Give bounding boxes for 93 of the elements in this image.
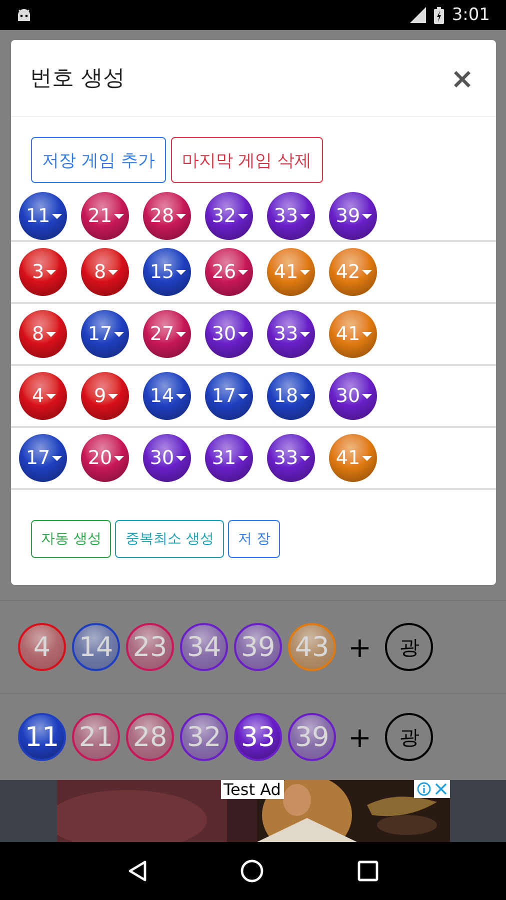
caret-icon [362, 270, 372, 274]
number-dropdown[interactable]: 20 [81, 434, 129, 482]
bonus-ball: 광 [385, 713, 434, 761]
number-dropdown[interactable]: 11 [19, 192, 67, 240]
caret-icon [238, 270, 248, 274]
caret-icon [300, 456, 310, 460]
outline-button[interactable]: 저장 게임 추가 [31, 137, 166, 183]
caret-icon [300, 332, 310, 336]
number-ball: 21 [72, 713, 120, 761]
number-dropdown[interactable]: 8 [81, 248, 129, 296]
number-dropdown[interactable]: 31 [205, 434, 253, 482]
number-ball: 39 [234, 623, 282, 671]
number-dropdown[interactable]: 3 [19, 248, 67, 296]
caret-icon [52, 214, 62, 218]
number-dropdown[interactable]: 4 [19, 372, 67, 420]
caret-icon [114, 332, 124, 336]
android-icon [16, 8, 32, 22]
info-icon[interactable] [416, 782, 430, 796]
number-dropdown[interactable]: 42 [329, 248, 377, 296]
caret-icon [114, 456, 124, 460]
number-ball: 39 [288, 713, 336, 761]
number-dropdown[interactable]: 17 [19, 434, 67, 482]
number-dropdown[interactable]: 33 [267, 434, 315, 482]
caret-icon [108, 394, 118, 398]
bonus-ball: 광 [385, 623, 434, 671]
caret-icon [238, 214, 248, 218]
number-dropdown[interactable]: 30 [143, 434, 191, 482]
caret-icon [362, 214, 372, 218]
signal-icon [408, 7, 426, 23]
caret-icon [176, 214, 186, 218]
number-dropdown[interactable]: 33 [267, 310, 315, 358]
dialog-title: 번호 생성 [30, 65, 125, 93]
number-dropdown[interactable]: 17 [81, 310, 129, 358]
caret-icon [362, 394, 372, 398]
caret-icon [46, 332, 56, 336]
number-dropdown[interactable]: 15 [143, 248, 191, 296]
close-button[interactable]: × [446, 62, 478, 94]
outline-button[interactable]: 중복최소 생성 [115, 520, 224, 558]
caret-icon [300, 214, 310, 218]
outline-button[interactable]: 자동 생성 [31, 520, 112, 558]
number-dropdown[interactable]: 30 [205, 310, 253, 358]
outline-button[interactable]: 저 장 [228, 520, 280, 558]
caret-icon [238, 456, 248, 460]
caret-icon [362, 456, 372, 460]
plus-sign: + [348, 630, 372, 664]
number-ball: 23 [126, 623, 174, 671]
number-dropdown[interactable]: 9 [81, 372, 129, 420]
number-ball: 33 [234, 713, 282, 761]
number-dropdown[interactable]: 17 [205, 372, 253, 420]
caret-icon [176, 270, 186, 274]
caret-icon [52, 456, 62, 460]
number-dropdown[interactable]: 41 [329, 310, 377, 358]
close-icon[interactable] [434, 783, 446, 795]
number-ball: 32 [180, 713, 228, 761]
number-dropdown[interactable]: 30 [329, 372, 377, 420]
caret-icon [114, 214, 124, 218]
number-ball: 14 [72, 623, 120, 671]
number-dropdown[interactable]: 28 [143, 192, 191, 240]
caret-icon [46, 394, 56, 398]
number-dropdown[interactable]: 32 [205, 192, 253, 240]
number-dropdown[interactable]: 27 [143, 310, 191, 358]
number-ball: 28 [126, 713, 174, 761]
battery-icon [434, 6, 444, 24]
number-dropdown[interactable]: 21 [81, 192, 129, 240]
caret-icon [176, 332, 186, 336]
caret-icon [46, 270, 56, 274]
plus-sign: + [348, 720, 372, 754]
number-dropdown[interactable]: 41 [267, 248, 315, 296]
caret-icon [108, 270, 118, 274]
number-ball: 34 [180, 623, 228, 671]
number-dropdown[interactable]: 41 [329, 434, 377, 482]
number-dropdown[interactable]: 26 [205, 248, 253, 296]
ad-label: Test Ad [220, 780, 284, 799]
caret-icon [176, 394, 186, 398]
caret-icon [238, 394, 248, 398]
home-icon[interactable] [240, 859, 264, 883]
number-dropdown[interactable]: 39 [329, 192, 377, 240]
caret-icon [300, 394, 310, 398]
caret-icon [238, 332, 248, 336]
number-dropdown[interactable]: 14 [143, 372, 191, 420]
clock-time: 3:01 [452, 5, 490, 25]
caret-icon [300, 270, 310, 274]
outline-button[interactable]: 마지막 게임 삭제 [170, 137, 323, 183]
number-dropdown[interactable]: 18 [267, 372, 315, 420]
back-icon[interactable] [126, 860, 147, 882]
number-ball: 43 [288, 623, 336, 671]
caret-icon [176, 456, 186, 460]
number-ball: 11 [18, 713, 66, 761]
caret-icon [362, 332, 372, 336]
number-dropdown[interactable]: 8 [19, 310, 67, 358]
recents-icon[interactable] [357, 860, 380, 882]
number-ball: 4 [18, 623, 66, 671]
number-dropdown[interactable]: 33 [267, 192, 315, 240]
